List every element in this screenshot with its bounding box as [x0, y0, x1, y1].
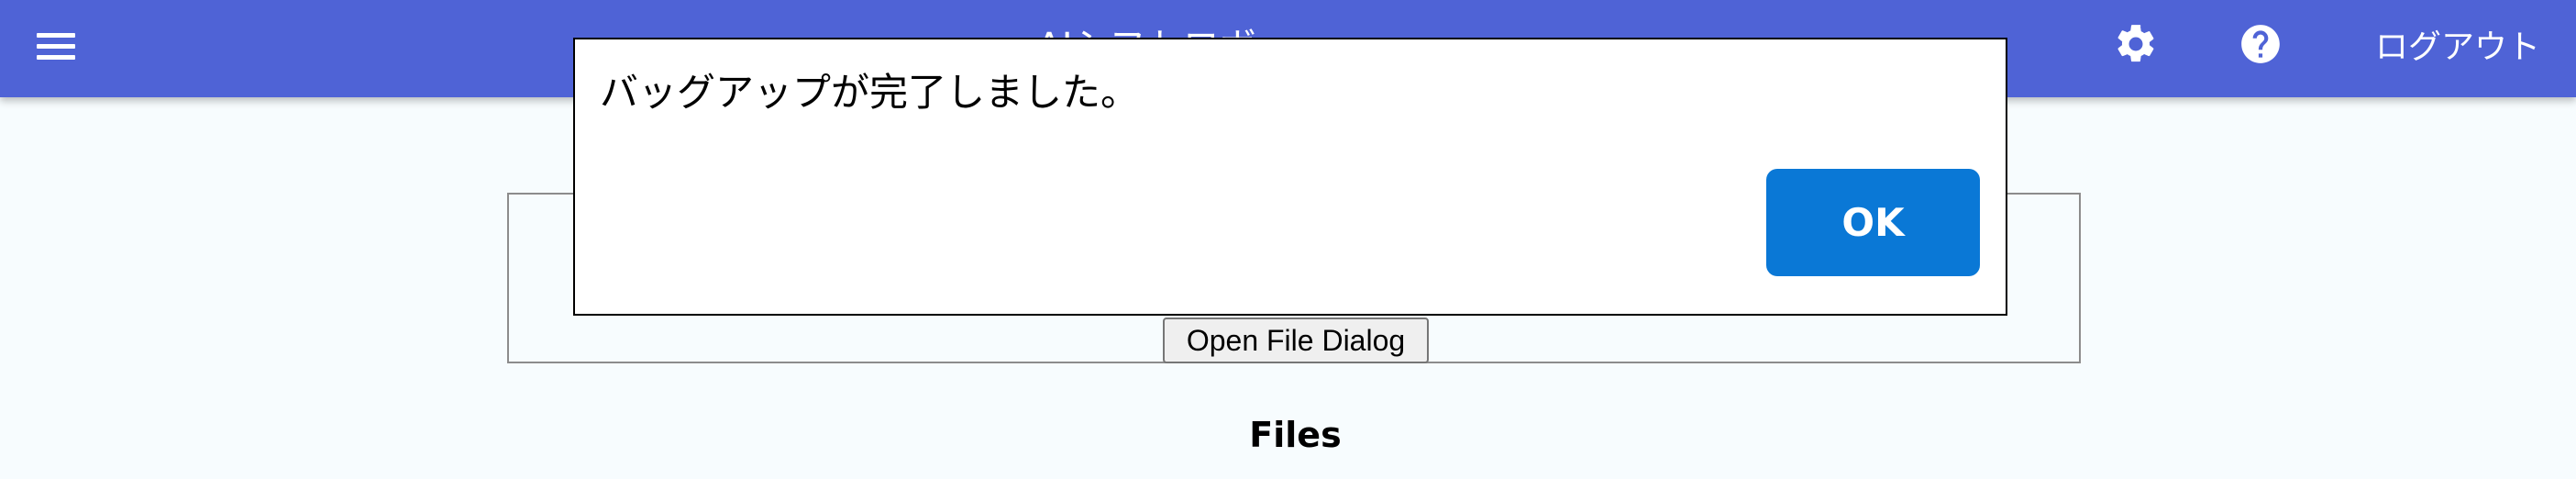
menu-button[interactable] [37, 24, 81, 68]
logout-link[interactable]: ログアウト [2375, 20, 2540, 68]
dialog-message: バッグアップが完了しました。 [600, 70, 1140, 115]
files-heading: Files [1249, 415, 1342, 455]
menu-icon [37, 32, 75, 38]
open-file-dialog-button[interactable]: Open File Dialog [1163, 317, 1429, 363]
help-icon [2241, 25, 2280, 63]
settings-button[interactable] [2113, 21, 2159, 67]
ok-button[interactable]: OK [1766, 169, 1980, 276]
help-button[interactable] [2238, 21, 2283, 67]
alert-dialog: バッグアップが完了しました。 OK [573, 38, 2007, 316]
gear-icon [2117, 25, 2154, 62]
